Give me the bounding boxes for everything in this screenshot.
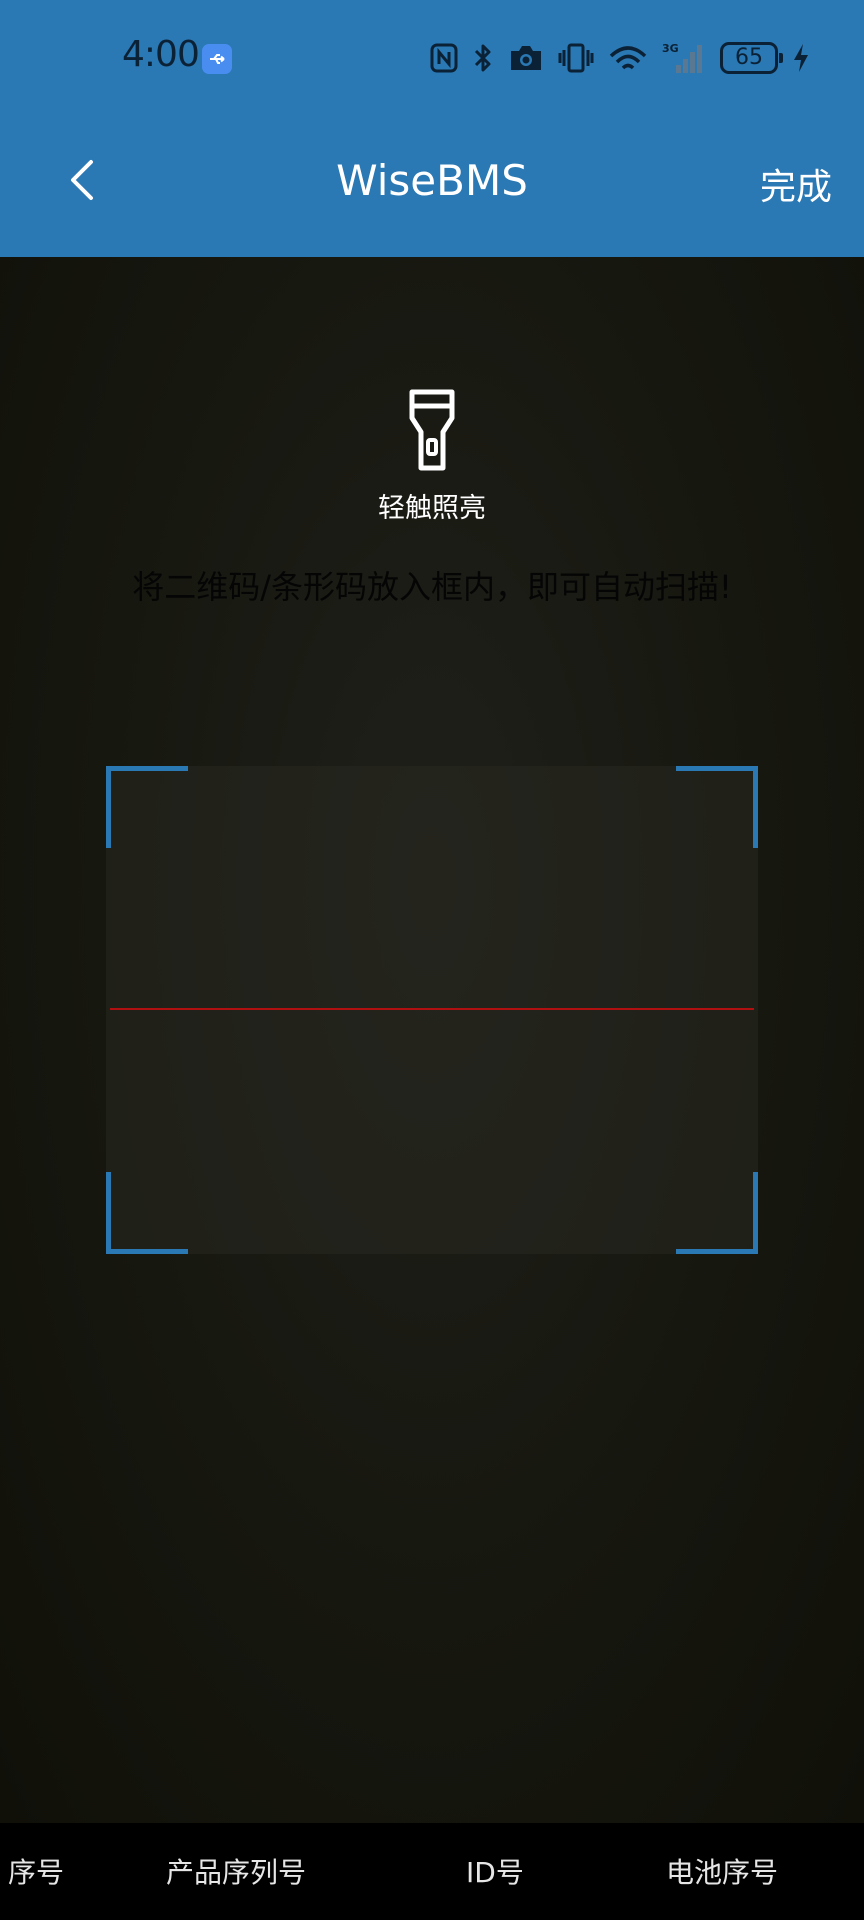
- torch-button[interactable]: 轻触照亮: [362, 388, 502, 528]
- tab-battery-serial[interactable]: 电池序号: [666, 1851, 778, 1891]
- scan-hint: 将二维码/条形码放入框内，即可自动扫描!: [132, 568, 732, 606]
- flashlight-icon: [409, 389, 455, 471]
- frame-corner-bottom-right: [676, 1172, 758, 1254]
- nav-bar: WiseBMS 完成: [0, 130, 864, 230]
- usb-icon: [202, 44, 232, 74]
- scan-line: [110, 1008, 754, 1010]
- status-time: 4:00: [122, 34, 200, 75]
- header: 4:00 3G 65 WiseBMS 完成: [0, 0, 864, 257]
- torch-label: 轻触照亮: [378, 493, 486, 524]
- charging-icon: [794, 44, 808, 72]
- signal-3g-icon: 3G: [662, 42, 702, 73]
- frame-corner-top-left: [106, 766, 188, 848]
- done-button[interactable]: 完成: [760, 158, 832, 210]
- vibrate-icon: [558, 43, 594, 73]
- tab-id-number[interactable]: ID号: [466, 1851, 524, 1891]
- tab-product-serial[interactable]: 产品序列号: [166, 1851, 306, 1891]
- tab-serial-number[interactable]: 序号: [8, 1851, 64, 1891]
- battery-icon: 65: [720, 42, 783, 74]
- bluetooth-icon: [474, 44, 491, 72]
- camera-icon: [511, 46, 541, 70]
- wifi-icon: [609, 46, 647, 70]
- bottom-tab-bar: 序号 产品序列号 ID号 电池序号: [0, 1823, 864, 1920]
- frame-corner-bottom-left: [106, 1172, 188, 1254]
- status-bar: 4:00 3G 65: [0, 0, 864, 110]
- nfc-icon: [430, 43, 458, 73]
- svg-text:3G: 3G: [662, 42, 679, 55]
- page-title: WiseBMS: [336, 156, 528, 205]
- status-icons: 3G 65: [430, 38, 810, 78]
- scan-frame: [106, 766, 758, 1254]
- frame-corner-top-right: [676, 766, 758, 848]
